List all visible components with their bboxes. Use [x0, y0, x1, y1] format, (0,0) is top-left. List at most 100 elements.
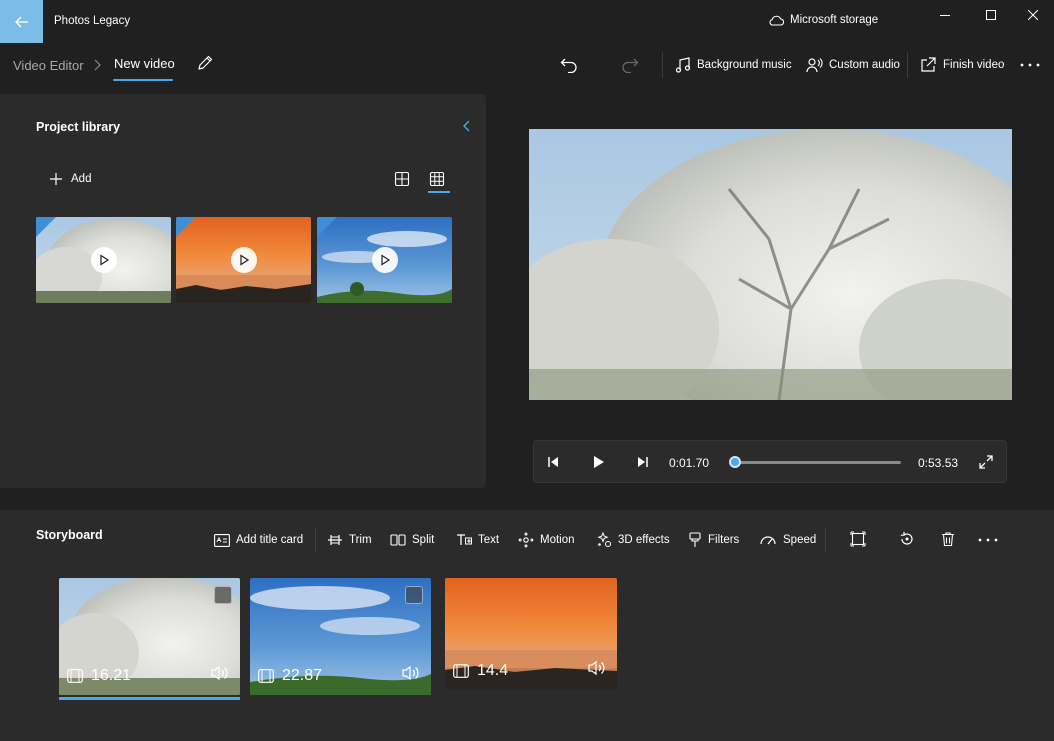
- clip-checkbox[interactable]: [214, 586, 232, 604]
- rotate-icon[interactable]: [899, 531, 915, 547]
- storage-status[interactable]: Microsoft storage: [768, 14, 878, 26]
- add-title-card-button[interactable]: Add title card: [214, 530, 303, 550]
- more-icon: [1020, 63, 1040, 67]
- selected-clip-indicator: [59, 697, 240, 700]
- arrow-left-icon: [14, 16, 28, 27]
- add-media-label: Add: [71, 173, 92, 185]
- minimize-button[interactable]: [922, 0, 968, 30]
- library-item-corner: [36, 217, 56, 237]
- clip-duration: 16.21: [67, 667, 131, 685]
- breadcrumb-video-editor[interactable]: Video Editor: [13, 58, 84, 73]
- play-preview-button[interactable]: [91, 247, 117, 273]
- storyboard-title: Storyboard: [36, 528, 103, 542]
- rename-button[interactable]: [196, 54, 218, 76]
- background-music-label: Background music: [697, 59, 792, 71]
- total-time: 0:53.53: [918, 456, 959, 470]
- motion-label: Motion: [540, 534, 575, 546]
- redo-button[interactable]: [621, 54, 639, 76]
- volume-icon[interactable]: [210, 665, 230, 681]
- close-button[interactable]: [1010, 0, 1054, 30]
- current-time: 0:01.70: [669, 456, 710, 470]
- text-button[interactable]: Text: [456, 530, 499, 550]
- delete-icon[interactable]: [940, 531, 956, 547]
- add-media-button[interactable]: Add: [49, 172, 91, 186]
- small-thumbnails-view-icon[interactable]: [429, 171, 445, 187]
- toolbar-divider: [315, 528, 316, 552]
- command-divider: [662, 52, 663, 78]
- project-library-title: Project library: [36, 120, 121, 134]
- person-audio-icon: [806, 58, 823, 73]
- seek-bar[interactable]: [730, 461, 901, 464]
- 3d-effects-button[interactable]: 3D effects: [596, 530, 670, 550]
- command-divider: [907, 52, 908, 78]
- music-note-icon: [675, 57, 691, 73]
- play-preview-button[interactable]: [231, 247, 257, 273]
- custom-audio-button[interactable]: Custom audio: [806, 54, 900, 76]
- clip-duration: 22.87: [258, 667, 322, 685]
- add-title-card-label: Add title card: [236, 534, 304, 546]
- clip-duration-value: 16.21: [91, 667, 132, 684]
- motion-button[interactable]: Motion: [518, 530, 575, 550]
- library-item[interactable]: [317, 217, 452, 303]
- text-label: Text: [478, 534, 500, 546]
- finish-video-button[interactable]: Finish video: [920, 54, 1004, 76]
- title-bar: [0, 0, 1054, 44]
- split-button[interactable]: Split: [390, 530, 434, 550]
- play-icon[interactable]: [590, 454, 606, 470]
- undo-icon: [560, 58, 577, 73]
- split-label: Split: [412, 534, 435, 546]
- split-icon: [390, 534, 406, 546]
- previous-frame-icon[interactable]: [546, 454, 562, 470]
- video-clip-icon: [453, 664, 469, 678]
- filters-button[interactable]: Filters: [688, 530, 739, 550]
- library-item[interactable]: [176, 217, 311, 303]
- library-item-corner: [176, 217, 196, 237]
- video-clip-icon: [258, 669, 274, 683]
- storage-label: Microsoft storage: [790, 14, 879, 26]
- view-selected-indicator: [428, 191, 450, 193]
- storyboard-clip[interactable]: 14.4: [445, 578, 617, 690]
- minimize-icon: [940, 15, 950, 16]
- more-options-button[interactable]: [1020, 54, 1040, 76]
- library-item[interactable]: [36, 217, 171, 303]
- collapse-panel-icon[interactable]: [462, 119, 472, 133]
- speed-label: Speed: [783, 534, 817, 546]
- background-music-button[interactable]: Background music: [675, 54, 792, 76]
- maximize-icon: [986, 10, 996, 20]
- chevron-right-icon: [94, 59, 101, 71]
- custom-audio-label: Custom audio: [829, 59, 900, 71]
- undo-button[interactable]: [560, 54, 578, 76]
- title-card-icon: [214, 533, 230, 547]
- clip-checkbox[interactable]: [405, 586, 423, 604]
- trim-label: Trim: [349, 534, 372, 546]
- redo-icon: [622, 58, 639, 73]
- cherry-blossom-preview-image: [529, 129, 1012, 400]
- clip-duration-value: 22.87: [282, 667, 323, 684]
- next-frame-icon[interactable]: [634, 454, 650, 470]
- crop-resize-icon[interactable]: [850, 531, 866, 547]
- text-icon: [457, 534, 472, 545]
- 3d-effects-label: 3D effects: [618, 534, 670, 546]
- breadcrumb-underline: [113, 79, 173, 81]
- volume-icon[interactable]: [401, 665, 421, 681]
- library-item-corner: [317, 217, 337, 237]
- fullscreen-icon[interactable]: [978, 454, 994, 470]
- more-icon[interactable]: [978, 538, 998, 542]
- volume-icon[interactable]: [587, 660, 607, 676]
- speed-button[interactable]: Speed: [759, 530, 816, 550]
- close-icon: [1028, 10, 1038, 20]
- play-preview-button[interactable]: [372, 247, 398, 273]
- storyboard-clip[interactable]: 22.87: [250, 578, 431, 695]
- large-thumbnails-view-icon[interactable]: [394, 171, 410, 187]
- filters-label: Filters: [708, 534, 740, 546]
- toolbar-divider: [825, 528, 826, 552]
- trim-icon: [328, 535, 342, 545]
- trim-button[interactable]: Trim: [327, 530, 372, 550]
- filters-icon: [689, 532, 701, 547]
- play-icon: [100, 254, 110, 266]
- video-clip-icon: [67, 669, 83, 683]
- back-button[interactable]: [0, 0, 43, 43]
- maximize-button[interactable]: [968, 0, 1014, 30]
- pencil-icon: [198, 55, 213, 70]
- storyboard-clip[interactable]: 16.21: [59, 578, 240, 695]
